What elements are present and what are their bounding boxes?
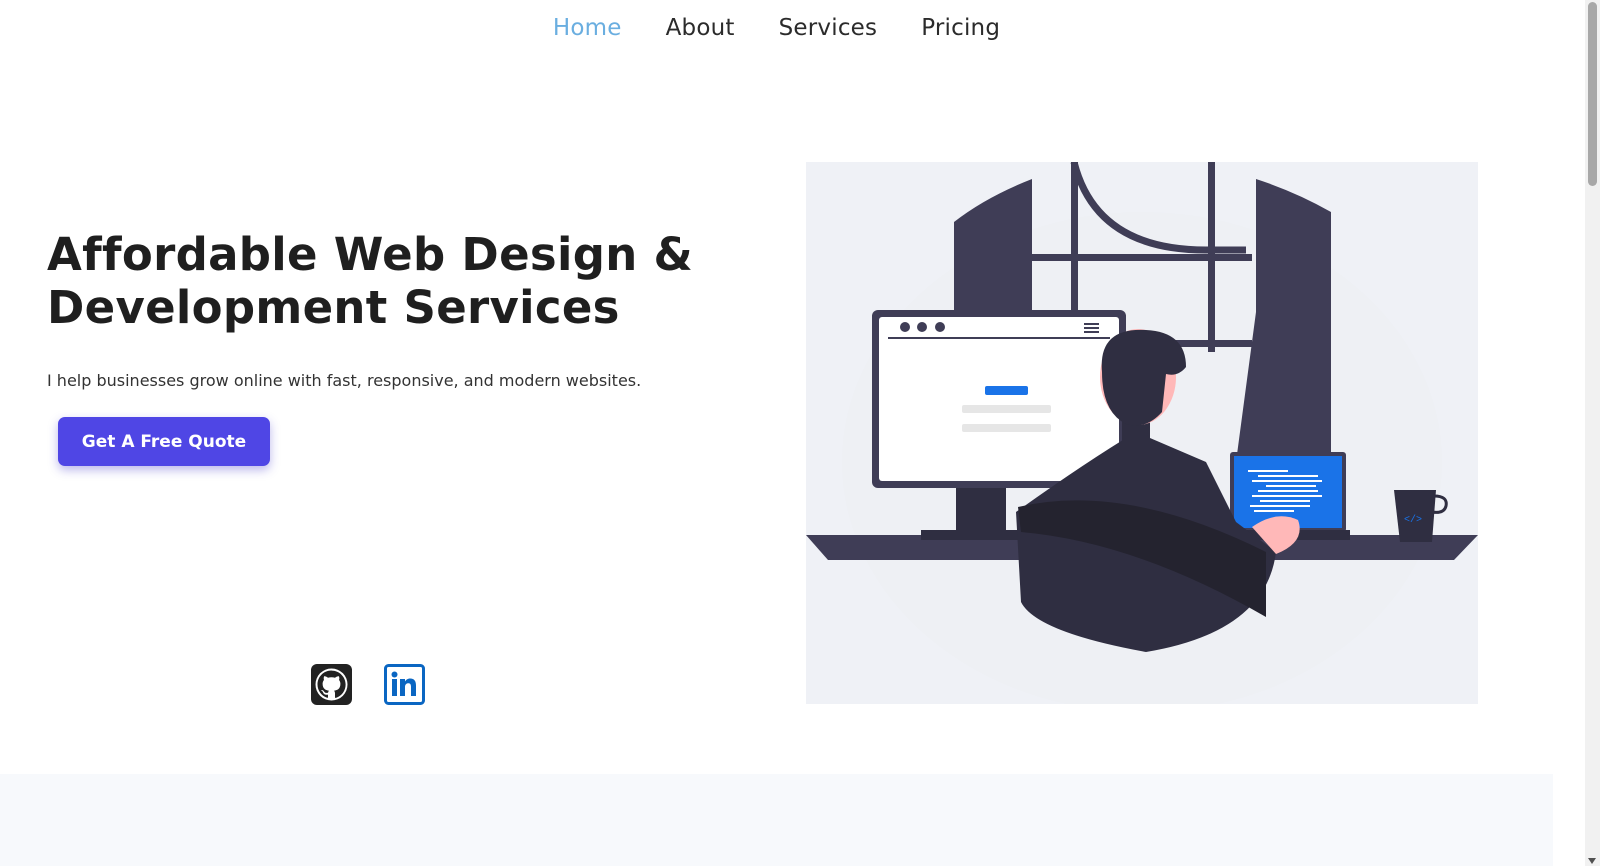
nav-home-link[interactable]: Home [553, 15, 622, 41]
hero-subtitle: I help businesses grow online with fast,… [47, 371, 642, 390]
main-nav: Home About Services Pricing [0, 0, 1553, 56]
hero-title: Affordable Web Design & Development Serv… [47, 228, 694, 334]
scroll-down-arrow-icon[interactable] [1588, 858, 1596, 864]
nav-about-link[interactable]: About [666, 15, 735, 41]
nav-pricing-link[interactable]: Pricing [921, 15, 1000, 41]
svg-text:</>: </> [1404, 514, 1422, 526]
scrollbar-thumb[interactable] [1588, 2, 1597, 186]
developer-illustration: </> [806, 161, 1478, 712]
get-quote-button[interactable]: Get A Free Quote [58, 417, 270, 466]
page-scrollbar[interactable] [1585, 0, 1600, 866]
next-section [0, 774, 1553, 866]
linkedin-icon[interactable] [384, 664, 425, 705]
github-icon[interactable] [311, 664, 352, 705]
nav-services-link[interactable]: Services [779, 15, 878, 41]
